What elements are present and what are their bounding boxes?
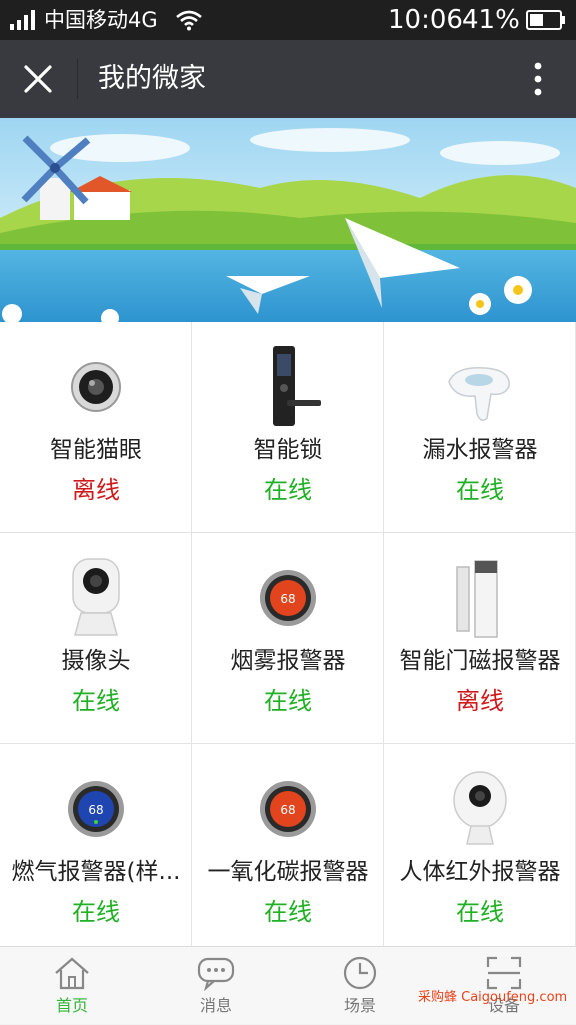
device-card-motion[interactable]: 人体红外报警器 在线 [384,744,576,955]
banner-image [0,118,576,322]
device-card-co[interactable]: 68 一氧化碳报警器 在线 [192,744,384,955]
svg-text:68: 68 [280,592,295,606]
device-name: 一氧化碳报警器 [207,859,369,885]
device-name: 漏水报警器 [422,437,538,463]
device-status: 在线 [264,898,312,926]
device-card-door[interactable]: 智能门磁报警器 离线 [384,533,576,744]
device-grid: 智能猫眼 离线 智能锁 在线 漏水报警器 在线 摄像头 在线 68 烟雾报警器 … [0,322,576,955]
clock-icon [343,956,377,990]
device-status: 在线 [456,898,504,926]
smart-lock-icon [273,346,321,426]
device-card-water-leak[interactable]: 漏水报警器 在线 [384,322,576,533]
device-status: 在线 [72,687,120,715]
device-card-lock[interactable]: 智能锁 在线 [192,322,384,533]
device-status: 在线 [264,476,312,504]
device-name: 智能锁 [253,437,323,463]
motion-sensor-icon [453,771,507,845]
tab-scenes[interactable]: 场景 [288,947,432,1025]
device-name: 智能猫眼 [50,437,142,463]
smoke-alarm-icon: 68 [260,570,316,626]
camera-icon [72,558,120,636]
battery-percentage: 41% [462,5,520,35]
device-name: 智能门磁报警器 [399,648,561,674]
gas-alarm-icon: 68 [68,781,124,837]
tab-home[interactable]: 首页 [0,947,144,1025]
device-name: 烟雾报警器 [230,648,346,674]
tab-label: 场景 [343,996,376,1015]
device-name: 摄像头 [61,648,131,674]
svg-text:68: 68 [88,803,103,817]
device-status: 离线 [456,687,504,715]
device-status: 在线 [456,476,504,504]
device-card-peephole[interactable]: 智能猫眼 离线 [0,322,192,533]
title-divider [77,59,78,99]
signal-icon [10,10,35,30]
watermark: 采购蜂 Caigoufeng.com [418,990,568,1005]
device-name: 人体红外报警器 [399,859,561,885]
bottom-tab-bar: 首页 消息 场景 设备 采购蜂 Caigoufeng.com [0,946,576,1024]
tab-label: 消息 [199,996,232,1015]
battery-icon [526,10,565,30]
home-icon [55,957,89,990]
device-status: 在线 [264,687,312,715]
door-sensor-icon [456,560,498,638]
co-alarm-icon: 68 [260,781,316,837]
device-status: 在线 [72,898,120,926]
clock: 10:06 [388,5,463,35]
water-leak-sensor-icon [448,367,510,421]
status-bar: 中国移动4G 10:06 41% [0,0,576,40]
device-card-smoke[interactable]: 68 烟雾报警器 在线 [192,533,384,744]
device-card-gas[interactable]: 68 燃气报警器(样... 在线 [0,744,192,955]
device-name: 燃气报警器(样... [11,859,181,885]
device-status: 离线 [72,476,120,504]
message-icon [197,957,235,991]
tab-devices[interactable]: 设备 [432,947,576,1025]
carrier-label: 中国移动4G [44,8,158,32]
wifi-icon [176,10,202,31]
scan-icon [486,956,522,990]
title-bar: 我的微家 [0,40,576,118]
more-vertical-icon[interactable] [520,59,556,99]
svg-text:68: 68 [280,803,295,817]
close-icon[interactable] [18,59,58,99]
peephole-camera-icon [71,362,121,412]
tab-label: 首页 [55,996,88,1015]
tab-messages[interactable]: 消息 [144,947,288,1025]
device-card-camera[interactable]: 摄像头 在线 [0,533,192,744]
page-title: 我的微家 [98,63,206,94]
